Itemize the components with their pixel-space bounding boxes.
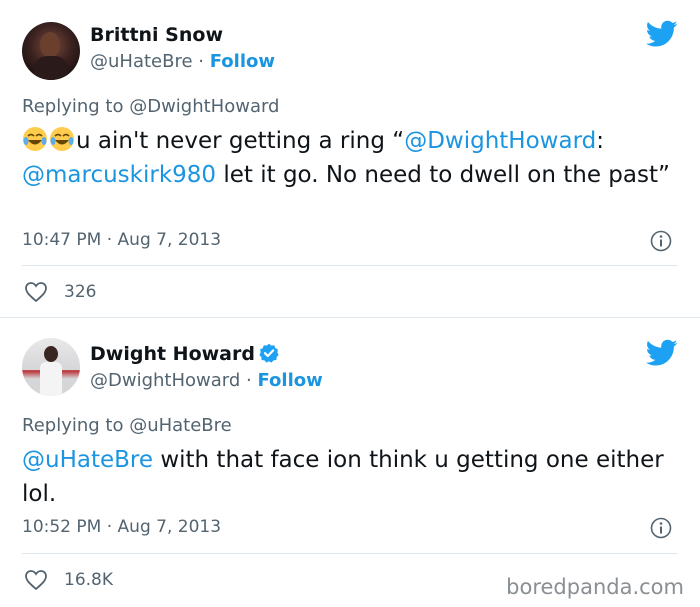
separator-dot: · bbox=[192, 51, 210, 72]
like-button[interactable]: 16.8K bbox=[24, 569, 113, 591]
tweet-text-part: let it go. No need to dwell on the past” bbox=[216, 162, 670, 188]
avatar[interactable] bbox=[22, 22, 80, 80]
info-icon[interactable] bbox=[650, 230, 672, 252]
tweet-card-dwight-howard[interactable]: Dwight Howard @DwightHoward · Follow Rep… bbox=[0, 319, 700, 607]
mention-link[interactable]: @marcuskirk980 bbox=[22, 162, 216, 188]
replying-prefix: Replying to bbox=[22, 96, 130, 117]
tweet-time: 10:52 PM bbox=[22, 517, 102, 537]
follow-button[interactable]: Follow bbox=[210, 51, 275, 72]
avatar-face-shape bbox=[44, 346, 58, 362]
verified-badge-icon bbox=[259, 343, 279, 363]
replying-to-line: Replying to @uHateBre bbox=[22, 415, 232, 436]
like-button[interactable]: 326 bbox=[24, 281, 96, 303]
joy-emoji bbox=[23, 127, 47, 151]
replying-to-line: Replying to @DwightHoward bbox=[22, 96, 280, 117]
tweet-time: 10:47 PM bbox=[22, 230, 102, 250]
twitter-bird-icon[interactable] bbox=[646, 20, 678, 48]
replying-to-handle[interactable]: @uHateBre bbox=[129, 415, 232, 436]
author-name[interactable]: Brittni Snow bbox=[90, 24, 223, 46]
mention-link[interactable]: @DwightHoward bbox=[404, 128, 596, 154]
handle-line: @DwightHoward · Follow bbox=[90, 370, 323, 391]
author-name-text[interactable]: Dwight Howard bbox=[90, 343, 255, 365]
author-handle[interactable]: @uHateBre bbox=[90, 51, 193, 72]
separator-dot: · bbox=[101, 230, 118, 250]
separator-dot: · bbox=[240, 370, 258, 391]
separator-dot: · bbox=[101, 517, 118, 537]
like-count: 326 bbox=[64, 282, 97, 302]
handle-line: @uHateBre · Follow bbox=[90, 51, 275, 72]
tweet-text-part: u ain't never getting a ring “ bbox=[76, 128, 405, 154]
replying-to-handle[interactable]: @DwightHoward bbox=[129, 96, 279, 117]
like-count: 16.8K bbox=[64, 570, 113, 590]
joy-emoji bbox=[50, 127, 74, 151]
avatar-face-shape bbox=[40, 32, 60, 58]
info-icon[interactable] bbox=[650, 517, 672, 539]
heart-icon bbox=[25, 570, 47, 591]
tweet-date: Aug 7, 2013 bbox=[117, 517, 222, 537]
follow-button[interactable]: Follow bbox=[257, 370, 322, 391]
avatar-body-shape bbox=[34, 56, 68, 80]
author-name: Dwight Howard bbox=[90, 343, 279, 365]
boredpanda-watermark: boredpanda.com bbox=[506, 575, 684, 599]
mention-link[interactable]: @uHateBre bbox=[22, 447, 153, 473]
avatar[interactable] bbox=[22, 338, 80, 396]
replying-prefix: Replying to bbox=[22, 415, 130, 436]
tweet-card-brittni-snow[interactable]: Brittni Snow @uHateBre · Follow Replying… bbox=[0, 0, 700, 318]
tweet-text-part: : bbox=[596, 128, 604, 154]
author-handle[interactable]: @DwightHoward bbox=[90, 370, 240, 391]
tweet-text: u ain't never getting a ring “@DwightHow… bbox=[22, 124, 682, 192]
tweet-date: Aug 7, 2013 bbox=[117, 230, 222, 250]
heart-icon bbox=[25, 282, 47, 303]
timestamp[interactable]: 10:47 PM · Aug 7, 2013 bbox=[22, 230, 221, 250]
avatar-body-shape bbox=[40, 362, 62, 396]
timestamp[interactable]: 10:52 PM · Aug 7, 2013 bbox=[22, 517, 221, 537]
divider bbox=[22, 553, 678, 554]
twitter-bird-icon[interactable] bbox=[646, 339, 678, 367]
divider bbox=[22, 265, 678, 266]
tweet-text: @uHateBre with that face ion think u get… bbox=[22, 443, 682, 511]
